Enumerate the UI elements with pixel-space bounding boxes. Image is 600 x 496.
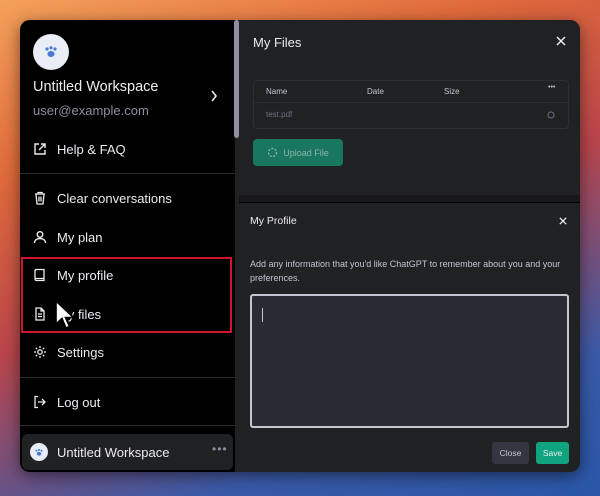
profile-description: Add any information that you'd like Chat… [250, 259, 561, 283]
workspace-switcher[interactable]: Untitled Workspace ••• [22, 434, 233, 470]
text-caret [262, 308, 263, 322]
menu-clear-conversations[interactable]: Clear conversations [20, 183, 235, 213]
files-table: Name Date Size ••• test.pdf [253, 80, 569, 129]
menu-label: Clear conversations [57, 190, 172, 206]
more-options-icon[interactable]: ••• [212, 442, 228, 456]
profile-textarea[interactable] [250, 294, 569, 428]
file-name[interactable]: test.pdf [266, 110, 292, 119]
upload-label: Upload File [283, 147, 329, 158]
close-button[interactable]: Close [492, 442, 529, 464]
sidebar: Untitled Workspace user@example.com Help… [20, 20, 235, 472]
trash-icon [33, 191, 47, 205]
logout-icon [33, 395, 47, 409]
file-status-icon[interactable] [547, 111, 555, 119]
panel-separator [239, 195, 580, 202]
external-link-icon [33, 142, 47, 156]
column-header-size: Size [444, 87, 460, 96]
menu-label: Help & FAQ [57, 141, 126, 157]
divider [20, 377, 235, 378]
mouse-cursor-icon [55, 300, 76, 330]
profile-panel: My Profile Add any information that you'… [239, 202, 580, 472]
divider [20, 425, 235, 426]
save-button[interactable]: Save [536, 442, 569, 464]
files-panel: My Files Name Date Size ••• test.pdf Upl… [239, 20, 580, 195]
paw-icon [35, 448, 43, 456]
row-divider [254, 102, 568, 103]
workspace-avatar-small [30, 443, 48, 461]
close-icon[interactable] [559, 217, 567, 225]
menu-settings[interactable]: Settings [20, 337, 235, 367]
gear-icon [33, 345, 47, 359]
workspace-name[interactable]: Untitled Workspace [33, 79, 158, 95]
settings-window: Untitled Workspace user@example.com Help… [20, 20, 580, 472]
upload-file-button[interactable]: Upload File [253, 139, 343, 166]
column-header-name: Name [266, 87, 288, 96]
user-email: user@example.com [33, 103, 149, 118]
menu-log-out[interactable]: Log out [20, 387, 235, 417]
workspace-name-bottom: Untitled Workspace [57, 445, 170, 460]
highlight-box [21, 257, 232, 333]
workspace-avatar[interactable] [33, 34, 69, 70]
files-title: My Files [253, 35, 302, 50]
menu-label: Settings [57, 344, 104, 360]
chevron-right-icon[interactable] [210, 90, 218, 102]
menu-label: Log out [57, 394, 101, 410]
menu-label: My plan [57, 229, 103, 245]
divider [20, 173, 235, 174]
column-header-date: Date [367, 87, 384, 96]
profile-title: My Profile [250, 215, 297, 227]
close-icon[interactable] [556, 36, 566, 46]
paw-icon [45, 46, 57, 57]
menu-help-faq[interactable]: Help & FAQ [20, 134, 235, 164]
spinner-icon [268, 147, 278, 158]
menu-my-plan[interactable]: My plan [20, 222, 235, 252]
user-icon [33, 230, 47, 244]
table-more-icon[interactable]: ••• [548, 84, 555, 91]
